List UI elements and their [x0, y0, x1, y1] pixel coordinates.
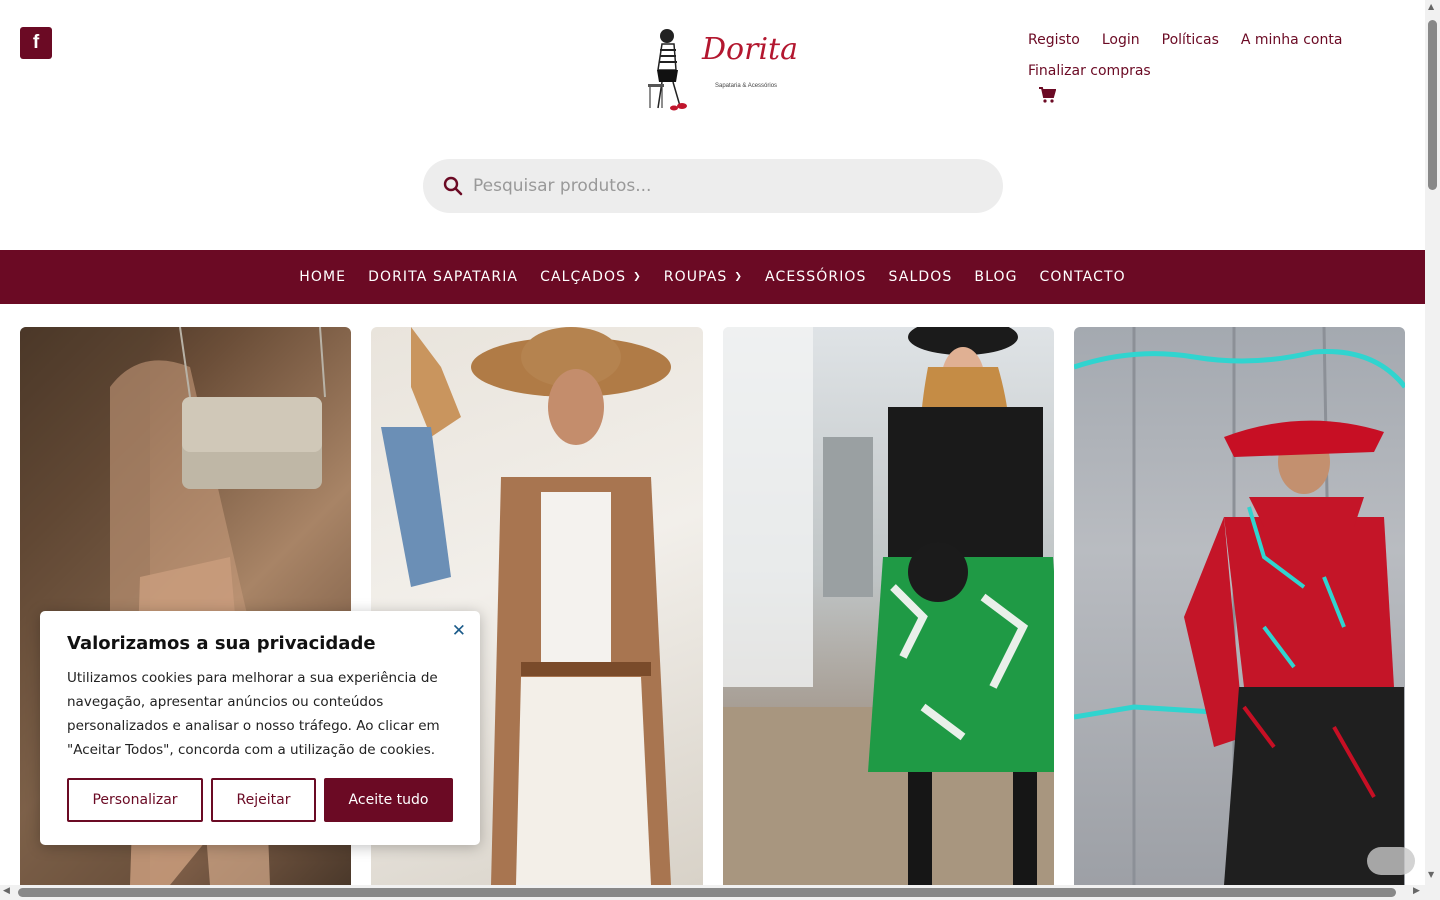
link-finalizar-compras[interactable]: Finalizar compras [1028, 63, 1151, 79]
nav-item-calcados[interactable]: CALÇADOS ❯ [540, 269, 642, 285]
accept-all-button[interactable]: Aceite tudo [324, 778, 453, 822]
vertical-scrollbar[interactable]: ▲ ▼ [1425, 0, 1440, 900]
scroll-up-icon[interactable]: ▲ [1428, 2, 1434, 11]
category-card-sweaters[interactable] [1073, 327, 1405, 885]
scroll-down-icon[interactable]: ▼ [1428, 870, 1434, 879]
link-politicas[interactable]: Políticas [1162, 32, 1219, 48]
chevron-down-icon: ❯ [633, 272, 642, 282]
nav-item-saldos[interactable]: SALDOS [889, 269, 953, 285]
chevron-down-icon: ❯ [734, 272, 744, 282]
cookie-body: Utilizamos cookies para melhorar a sua e… [67, 670, 440, 758]
nav-item-acessorios[interactable]: ACESSÓRIOS [765, 269, 867, 285]
reject-button[interactable]: Rejeitar [211, 778, 316, 822]
nav-item-blog[interactable]: BLOG [974, 269, 1017, 285]
search-icon[interactable] [443, 176, 463, 196]
main-nav: HOME DORITA SAPATARIA CALÇADOS ❯ ROUPAS ❯ … [0, 250, 1425, 304]
link-minha-conta[interactable]: A minha conta [1241, 32, 1343, 48]
link-registo[interactable]: Registo [1028, 32, 1080, 48]
logo-illustration-icon [648, 29, 687, 111]
category-card-skirts[interactable] [722, 327, 1054, 885]
nav-item-home[interactable]: HOME [299, 269, 346, 285]
scroll-right-icon[interactable]: ▶ [1413, 886, 1420, 896]
horizontal-scrollbar[interactable]: ◀ ▶ [0, 885, 1425, 900]
facebook-icon[interactable]: f [20, 27, 52, 59]
vertical-scroll-thumb[interactable] [1428, 20, 1437, 190]
horizontal-scroll-thumb[interactable] [18, 888, 1396, 897]
nav-item-dorita-sapataria[interactable]: DORITA SAPATARIA [368, 269, 518, 285]
search-input[interactable] [473, 176, 953, 196]
cookie-consent-dialog: ✕ Valorizamos a sua privacidade Utilizam… [40, 611, 480, 845]
top-links: Registo Login Políticas A minha conta Fi… [1028, 32, 1408, 79]
site-logo[interactable]: Dorita Sapataria & Acessórios [640, 26, 798, 112]
cookie-title: Valorizamos a sua privacidade [67, 633, 376, 654]
logo-wordmark: Dorita [702, 32, 798, 67]
customize-button[interactable]: Personalizar [67, 778, 203, 822]
cart-icon[interactable] [1038, 86, 1056, 104]
close-icon[interactable]: ✕ [452, 621, 466, 641]
link-login[interactable]: Login [1102, 32, 1140, 48]
search-bar [423, 159, 1003, 213]
floating-widget-button[interactable] [1367, 847, 1415, 875]
nav-item-contacto[interactable]: CONTACTO [1040, 269, 1126, 285]
skirt-photo-image [722, 327, 1054, 885]
logo-tagline: Sapataria & Acessórios [715, 83, 778, 89]
nav-item-roupas[interactable]: ROUPAS ❯ [664, 269, 743, 285]
sweater-photo-image [1073, 327, 1405, 885]
scroll-left-icon[interactable]: ◀ [3, 886, 10, 896]
cookie-buttons: Personalizar Rejeitar Aceite tudo [67, 778, 453, 822]
